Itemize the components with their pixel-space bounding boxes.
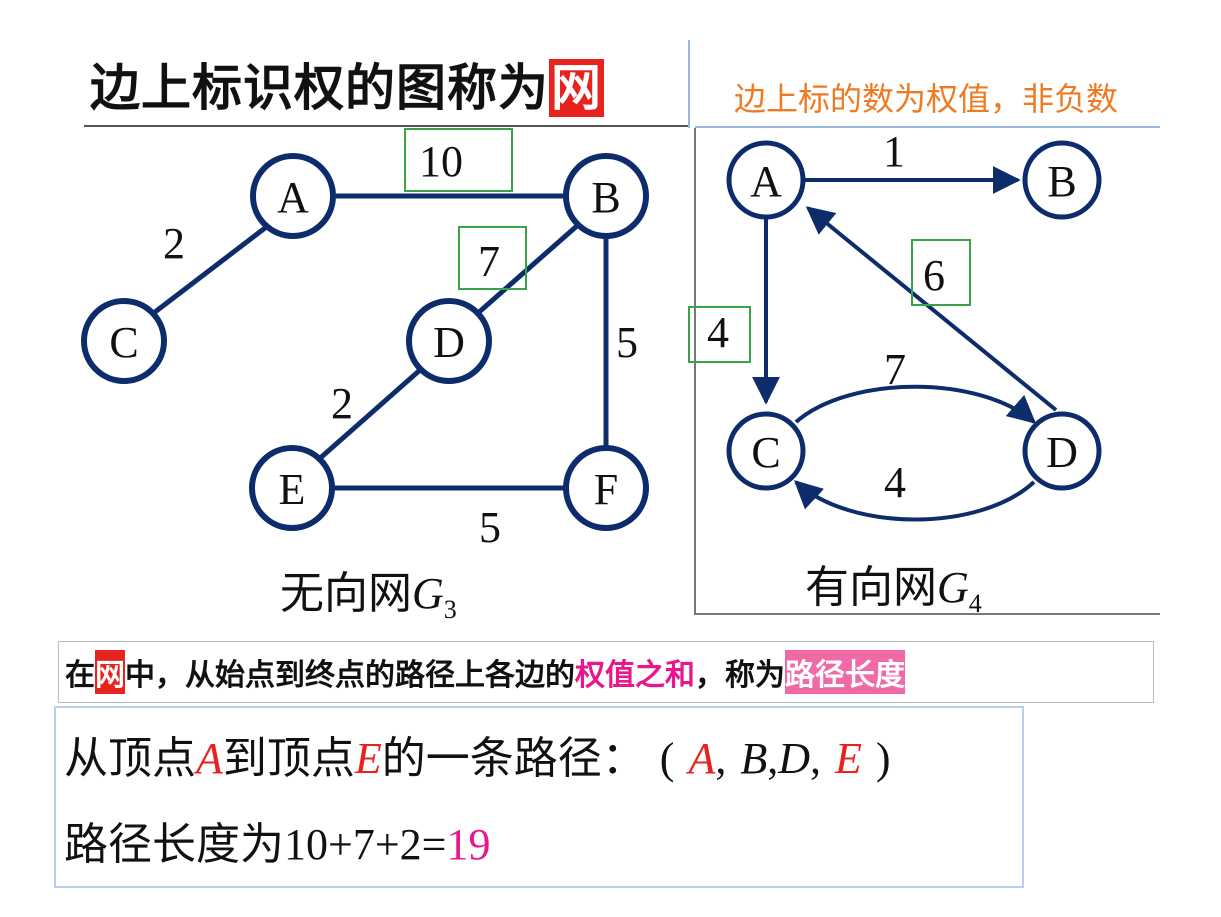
path-sep-3: ,	[810, 734, 821, 783]
undirected-caption-var: G	[412, 569, 444, 618]
dnode-d-label: D	[1046, 428, 1078, 477]
weight-ab: 10	[419, 137, 463, 186]
path-sep-2: ,	[767, 734, 779, 783]
directed-caption-var: G	[937, 563, 969, 612]
path-b: B	[740, 734, 768, 783]
undirected-caption-text: 无向网	[280, 568, 412, 619]
dnode-c: C	[726, 411, 806, 491]
node-c: C	[81, 298, 167, 384]
node-e: E	[249, 445, 335, 531]
path-length-expr: 10+7+2=	[284, 820, 447, 869]
dnode-b: B	[1022, 140, 1102, 220]
arc-d-c	[793, 480, 1036, 522]
path-e: E	[835, 734, 862, 783]
def-part-4: 权值之和	[575, 658, 695, 693]
arc-c-d	[794, 384, 1037, 424]
node-d: D	[406, 298, 492, 384]
ex-text-b: 到顶点	[222, 733, 355, 784]
dnode-a-label: A	[750, 157, 782, 206]
ex-vertex-e: E	[354, 734, 382, 783]
directed-caption-text: 有向网	[805, 562, 937, 613]
def-part-6: 路径长度	[785, 650, 905, 694]
dnode-d: D	[1022, 411, 1102, 491]
node-a-label: A	[277, 173, 309, 222]
arc-d-a	[805, 206, 1058, 412]
dnode-b-label: B	[1047, 157, 1076, 206]
example-line-1: 从顶点A到顶点E的一条路径： ( A, B,D, E )	[64, 722, 891, 786]
ex-text-c: 的一条路径：	[381, 733, 646, 784]
node-f: F	[563, 445, 649, 531]
path-open: (	[659, 734, 675, 783]
dweight-dc: 4	[884, 458, 906, 507]
ex-vertex-a: A	[196, 734, 223, 783]
definition-bar: 在网中，从始点到终点的路径上各边的 权值之和 ，称为 路径长度	[58, 641, 1154, 703]
dweight-ac: 4	[707, 308, 729, 357]
undirected-caption: 无向网G3	[280, 557, 457, 625]
dweight-ab: 1	[883, 127, 905, 176]
def-part-5: ，称为	[695, 658, 785, 693]
directed-caption: 有向网G4	[805, 551, 982, 619]
path-length-result: 19	[446, 820, 491, 869]
node-d-label: D	[433, 318, 465, 367]
dnode-c-label: C	[751, 428, 780, 477]
path-sep-1: ,	[715, 734, 727, 783]
node-e-label: E	[279, 465, 306, 514]
ex-text-a: 从顶点	[64, 733, 196, 784]
node-b: B	[563, 153, 649, 239]
weight-de: 2	[331, 379, 353, 428]
directed-caption-sub: 4	[968, 588, 982, 618]
weight-ef: 5	[479, 503, 501, 552]
dweight-da: 6	[923, 251, 945, 300]
def-part-1: 在	[65, 658, 95, 693]
weight-ac: 2	[163, 219, 185, 268]
path-a: A	[688, 734, 716, 783]
example-box: 从顶点A到顶点E的一条路径： ( A, B,D, E ) 路径长度为10+7+2…	[54, 706, 1024, 888]
dweight-cd: 7	[884, 345, 906, 394]
node-f-label: F	[594, 465, 618, 514]
example-line-2: 路径长度为10+7+2=19	[64, 808, 490, 872]
weight-bf: 5	[616, 318, 638, 367]
undirected-caption-sub: 3	[443, 594, 457, 624]
path-close: )	[875, 734, 891, 783]
def-part-2: 网	[95, 650, 125, 694]
dnode-a: A	[726, 140, 806, 220]
node-b-label: B	[591, 173, 620, 222]
def-part-3: 中，从始点到终点的路径上各边的	[125, 658, 575, 693]
node-c-label: C	[109, 318, 138, 367]
directed-graph: A B C D 1 4 6 7 4	[688, 127, 1102, 522]
weight-bd: 7	[478, 237, 500, 286]
node-a: A	[250, 153, 336, 239]
path-length-label: 路径长度为	[64, 819, 284, 870]
path-d: D	[778, 734, 810, 783]
undirected-graph: A B C D E F 10 2 7 5 2 5	[81, 128, 649, 552]
